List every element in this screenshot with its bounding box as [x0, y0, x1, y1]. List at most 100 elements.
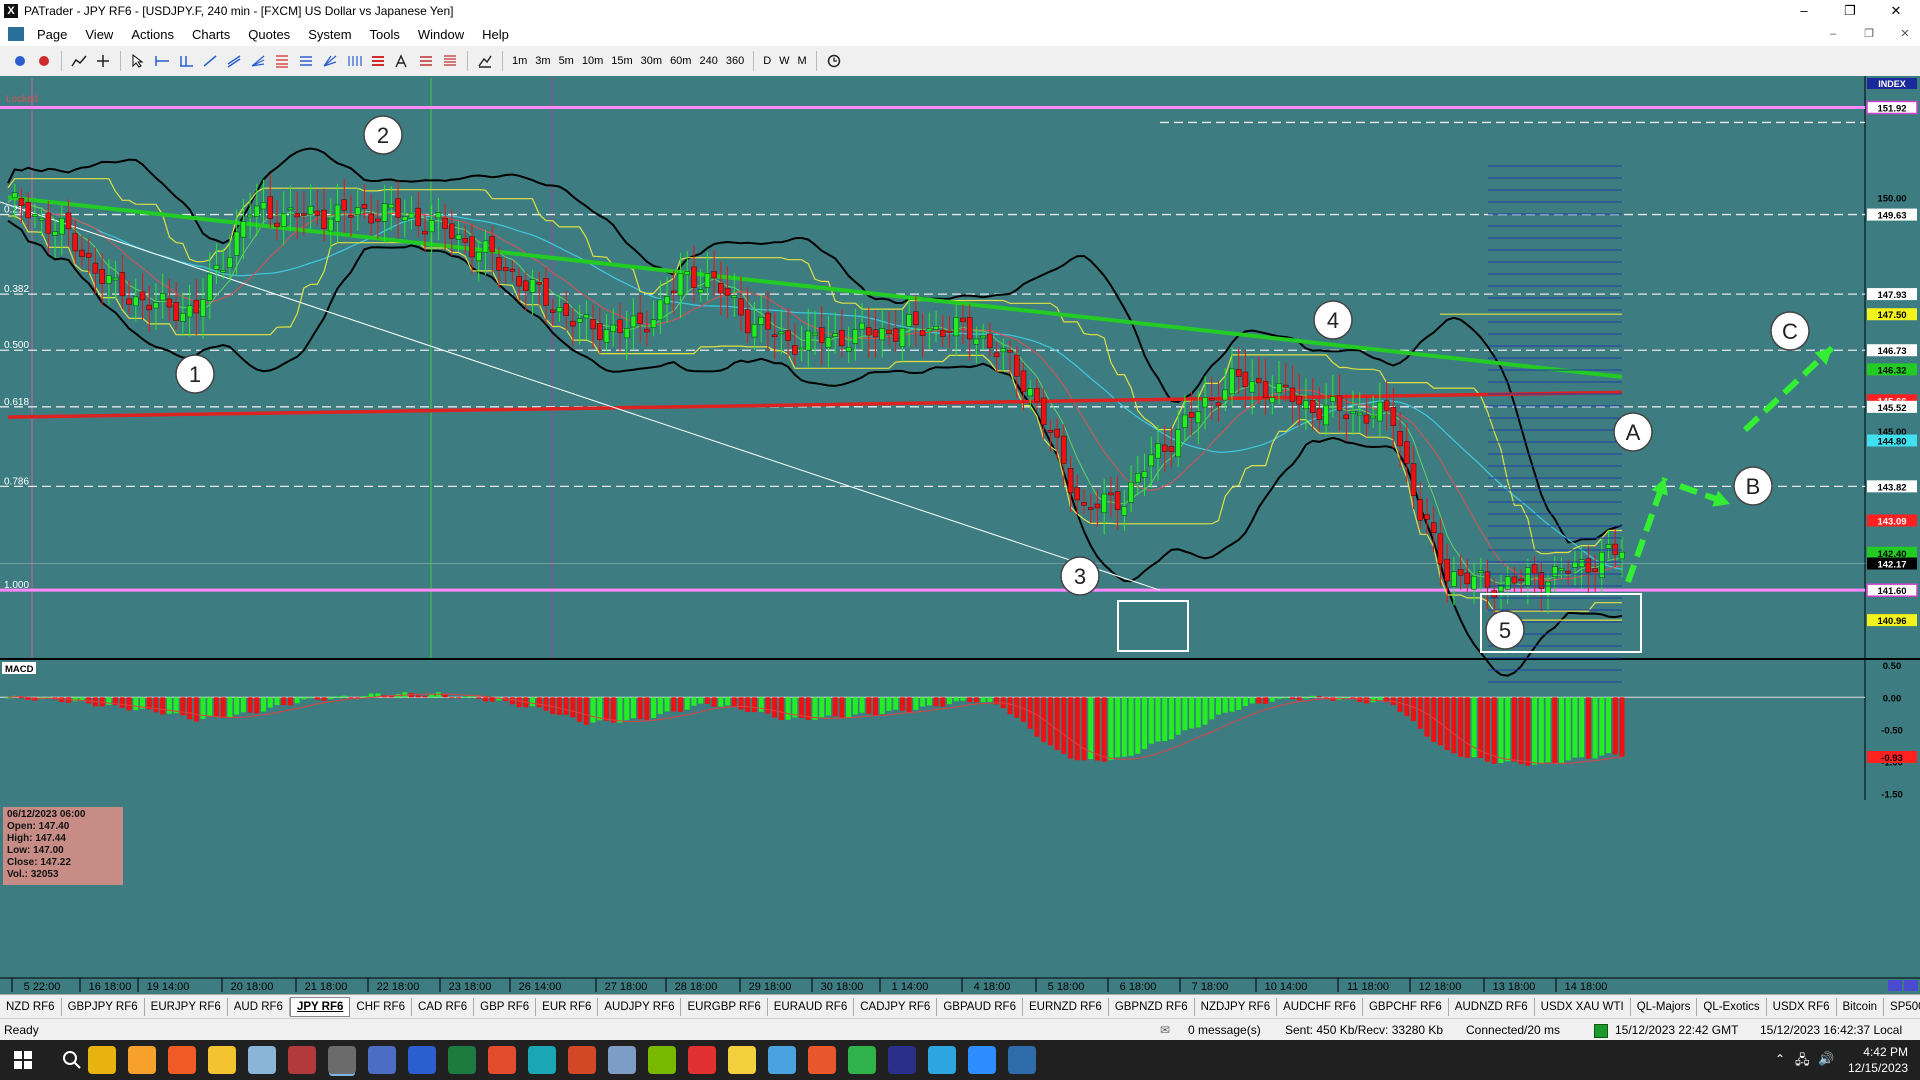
- price-chart[interactable]: 0.2140.3820.5000.6180.7861.00012345ABCIN…: [0, 76, 1920, 994]
- symbol-tab-sp500[interactable]: SP500: [1884, 998, 1920, 1016]
- app-orange-taskbar-icon[interactable]: [808, 1046, 836, 1074]
- menu-view[interactable]: View: [76, 27, 122, 42]
- symbol-tab-gbpchf-rf6[interactable]: GBPCHF RF6: [1363, 998, 1449, 1016]
- menu-charts[interactable]: Charts: [183, 27, 239, 42]
- timeframe-240[interactable]: 240: [695, 55, 721, 67]
- patrader-active-taskbar-icon[interactable]: [328, 1046, 356, 1074]
- symbol-tab-audjpy-rf6[interactable]: AUDJPY RF6: [598, 998, 682, 1016]
- symbol-tab-aud-rf6[interactable]: AUD RF6: [228, 998, 290, 1016]
- smartdraw-taskbar-icon[interactable]: [488, 1046, 516, 1074]
- symbol-tab-nzdjpy-rf6[interactable]: NZDJPY RF6: [1195, 998, 1278, 1016]
- timeframe-60m[interactable]: 60m: [666, 55, 695, 67]
- chrome-taskbar-icon[interactable]: [88, 1046, 116, 1074]
- vertical-lines-icon[interactable]: [176, 52, 196, 70]
- trendline-icon[interactable]: [200, 52, 220, 70]
- brave-taskbar-icon[interactable]: [168, 1046, 196, 1074]
- timeframe-15m[interactable]: 15m: [607, 55, 636, 67]
- timeframe-30m[interactable]: 30m: [637, 55, 666, 67]
- symbol-tab-eurgbp-rf6[interactable]: EURGBP RF6: [681, 998, 768, 1016]
- app-star-taskbar-icon[interactable]: [1008, 1046, 1036, 1074]
- horizontal-line-icon[interactable]: [152, 52, 172, 70]
- mdi-restore-button[interactable]: ❐: [1858, 26, 1880, 42]
- tray-chevron-icon[interactable]: ⌃: [1775, 1052, 1785, 1066]
- symbol-tab-usdx-xau-wti[interactable]: USDX XAU WTI: [1535, 998, 1631, 1016]
- crosshair-icon[interactable]: [93, 52, 113, 70]
- symbol-tab-gbpjpy-rf6[interactable]: GBPJPY RF6: [62, 998, 145, 1016]
- menu-actions[interactable]: Actions: [122, 27, 183, 42]
- explorer-taskbar-icon[interactable]: [208, 1046, 236, 1074]
- mdi-minimize-button[interactable]: –: [1822, 26, 1844, 42]
- notepad-taskbar-icon[interactable]: [248, 1046, 276, 1074]
- app-dark-taskbar-icon[interactable]: [888, 1046, 916, 1074]
- menu-window[interactable]: Window: [409, 27, 473, 42]
- timeframe-weekly[interactable]: W: [775, 55, 793, 67]
- indicator-icon[interactable]: [475, 52, 495, 70]
- symbol-tab-gbpnzd-rf6[interactable]: GBPNZD RF6: [1109, 998, 1195, 1016]
- symbol-tab-gbpaud-rf6[interactable]: GBPAUD RF6: [937, 998, 1023, 1016]
- menu-help[interactable]: Help: [473, 27, 518, 42]
- nvidia-taskbar-icon[interactable]: [648, 1046, 676, 1074]
- taskbar-clock[interactable]: 4:42 PM 12/15/2023: [1848, 1044, 1908, 1076]
- app-green-taskbar-icon[interactable]: [848, 1046, 876, 1074]
- chart-type-icon[interactable]: [69, 52, 89, 70]
- symbol-tab-bitcoin[interactable]: Bitcoin: [1837, 998, 1885, 1016]
- timeframe-daily[interactable]: D: [759, 55, 775, 67]
- timeframe-360[interactable]: 360: [722, 55, 748, 67]
- symbol-tab-eur-rf6[interactable]: EUR RF6: [536, 998, 599, 1016]
- fib-extension-icon[interactable]: [296, 52, 316, 70]
- menu-system[interactable]: System: [299, 27, 360, 42]
- menu-quotes[interactable]: Quotes: [239, 27, 299, 42]
- mdi-close-button[interactable]: ✕: [1894, 26, 1916, 42]
- word-taskbar-icon[interactable]: [408, 1046, 436, 1074]
- cycle-lines-icon[interactable]: [344, 52, 364, 70]
- windows-start-icon[interactable]: [14, 1051, 32, 1072]
- powerpoint-taskbar-icon[interactable]: [568, 1046, 596, 1074]
- app-taskbar-icon[interactable]: [608, 1046, 636, 1074]
- symbol-tab-cadjpy-rf6[interactable]: CADJPY RF6: [854, 998, 938, 1016]
- network-icon[interactable]: 🖧: [1795, 1051, 1810, 1073]
- app-blue-taskbar-icon[interactable]: [768, 1046, 796, 1074]
- timeframe-1m[interactable]: 1m: [508, 55, 531, 67]
- fan-icon[interactable]: [248, 52, 268, 70]
- zoom-taskbar-icon[interactable]: [968, 1046, 996, 1074]
- volume-icon[interactable]: 🔊: [1818, 1051, 1834, 1067]
- patrader-taskbar-icon[interactable]: [288, 1046, 316, 1074]
- maximize-button[interactable]: ❐: [1827, 0, 1873, 22]
- symbol-tab-eurjpy-rf6[interactable]: EURJPY RF6: [145, 998, 228, 1016]
- timeframe-5m[interactable]: 5m: [555, 55, 578, 67]
- mail-taskbar-icon[interactable]: [128, 1046, 156, 1074]
- clock-icon[interactable]: [824, 52, 844, 70]
- symbol-tab-eurnzd-rf6[interactable]: EURNZD RF6: [1023, 998, 1109, 1016]
- symbol-tab-ql-majors[interactable]: QL-Majors: [1631, 998, 1698, 1016]
- symbol-tab-usdx-rf6[interactable]: USDX RF6: [1767, 998, 1837, 1016]
- sticky-notes-taskbar-icon[interactable]: [728, 1046, 756, 1074]
- timeframe-3m[interactable]: 3m: [531, 55, 554, 67]
- symbol-tab-nzd-rf6[interactable]: NZD RF6: [0, 998, 62, 1016]
- link-red-icon[interactable]: [34, 52, 54, 70]
- text-tool-icon[interactable]: [392, 52, 412, 70]
- menu-page[interactable]: Page: [28, 27, 76, 42]
- channel-icon[interactable]: [224, 52, 244, 70]
- link-blue-icon[interactable]: [10, 52, 30, 70]
- minimize-button[interactable]: –: [1781, 0, 1827, 22]
- symbol-tab-gbp-rf6[interactable]: GBP RF6: [474, 998, 537, 1016]
- search-icon[interactable]: [62, 1050, 82, 1073]
- symbol-tab-jpy-rf6[interactable]: JPY RF6: [289, 997, 351, 1017]
- gann-icon[interactable]: [320, 52, 340, 70]
- levels-multi-icon[interactable]: [440, 52, 460, 70]
- fibonacci-icon[interactable]: [272, 52, 292, 70]
- chart-panel[interactable]: 0.214 0.382 0.500 0.618 0.786 1.000 1 2 3 4 5 A B C IN…: [0, 76, 1920, 994]
- symbol-tab-audchf-rf6[interactable]: AUDCHF RF6: [1277, 998, 1363, 1016]
- menu-tools[interactable]: Tools: [361, 27, 409, 42]
- symbol-tab-cad-rf6[interactable]: CAD RF6: [412, 998, 475, 1016]
- symbol-tab-chf-rf6[interactable]: CHF RF6: [350, 998, 412, 1016]
- pointer-icon[interactable]: [128, 52, 148, 70]
- sway-taskbar-icon[interactable]: [528, 1046, 556, 1074]
- levels-icon[interactable]: [416, 52, 436, 70]
- symbol-tab-audnzd-rf6[interactable]: AUDNZD RF6: [1449, 998, 1535, 1016]
- time-zones-icon[interactable]: [368, 52, 388, 70]
- app-red-taskbar-icon[interactable]: [688, 1046, 716, 1074]
- calculator-taskbar-icon[interactable]: [368, 1046, 396, 1074]
- telegram-taskbar-icon[interactable]: [928, 1046, 956, 1074]
- symbol-tab-ql-exotics[interactable]: QL-Exotics: [1697, 998, 1767, 1016]
